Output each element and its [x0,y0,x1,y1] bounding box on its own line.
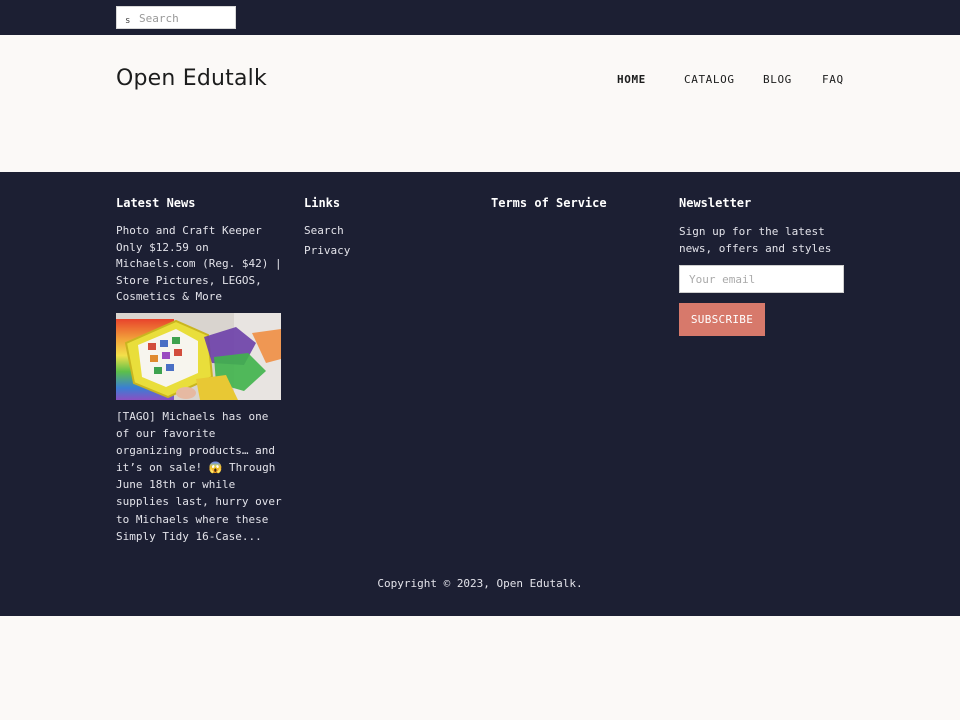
news-article-excerpt: [TAGO] Michaels has one of our favorite … [116,410,282,543]
nav-faq[interactable]: FAQ [822,73,844,86]
latest-news-heading: Latest News [116,196,196,210]
page-bottom-area [0,616,960,720]
news-article-image[interactable] [116,313,281,400]
site-logo[interactable]: Open Edutalk [116,66,267,91]
newsletter-description: Sign up for the latest news, offers and … [679,225,832,256]
search-box[interactable]: s [116,6,236,29]
top-bar: s [0,0,960,35]
nav-blog[interactable]: BLOG [763,73,792,86]
nav-home[interactable]: HOME [617,73,646,86]
newsletter-heading: Newsletter [679,196,752,210]
newsletter-email-input[interactable] [679,265,844,293]
news-article-title[interactable]: Photo and Craft Keeper Only $12.59 on Mi… [116,223,284,306]
news-image-graphic [116,313,281,400]
copyright-text: Copyright © 2023, Open Edutalk. [377,577,583,590]
footer-link-search[interactable]: Search [304,224,344,237]
site-footer: Latest News Photo and Craft Keeper Only … [0,172,960,616]
search-icon[interactable]: s [125,16,130,26]
terms-heading[interactable]: Terms of Service [491,196,607,210]
search-input[interactable] [139,9,233,27]
subscribe-button[interactable]: SUBSCRIBE [679,303,765,336]
footer-link-privacy[interactable]: Privacy [304,244,350,257]
links-heading: Links [304,196,341,210]
nav-catalog[interactable]: CATALOG [684,73,735,86]
site-header: Open Edutalk HOME CATALOG BLOG FAQ [0,35,960,172]
